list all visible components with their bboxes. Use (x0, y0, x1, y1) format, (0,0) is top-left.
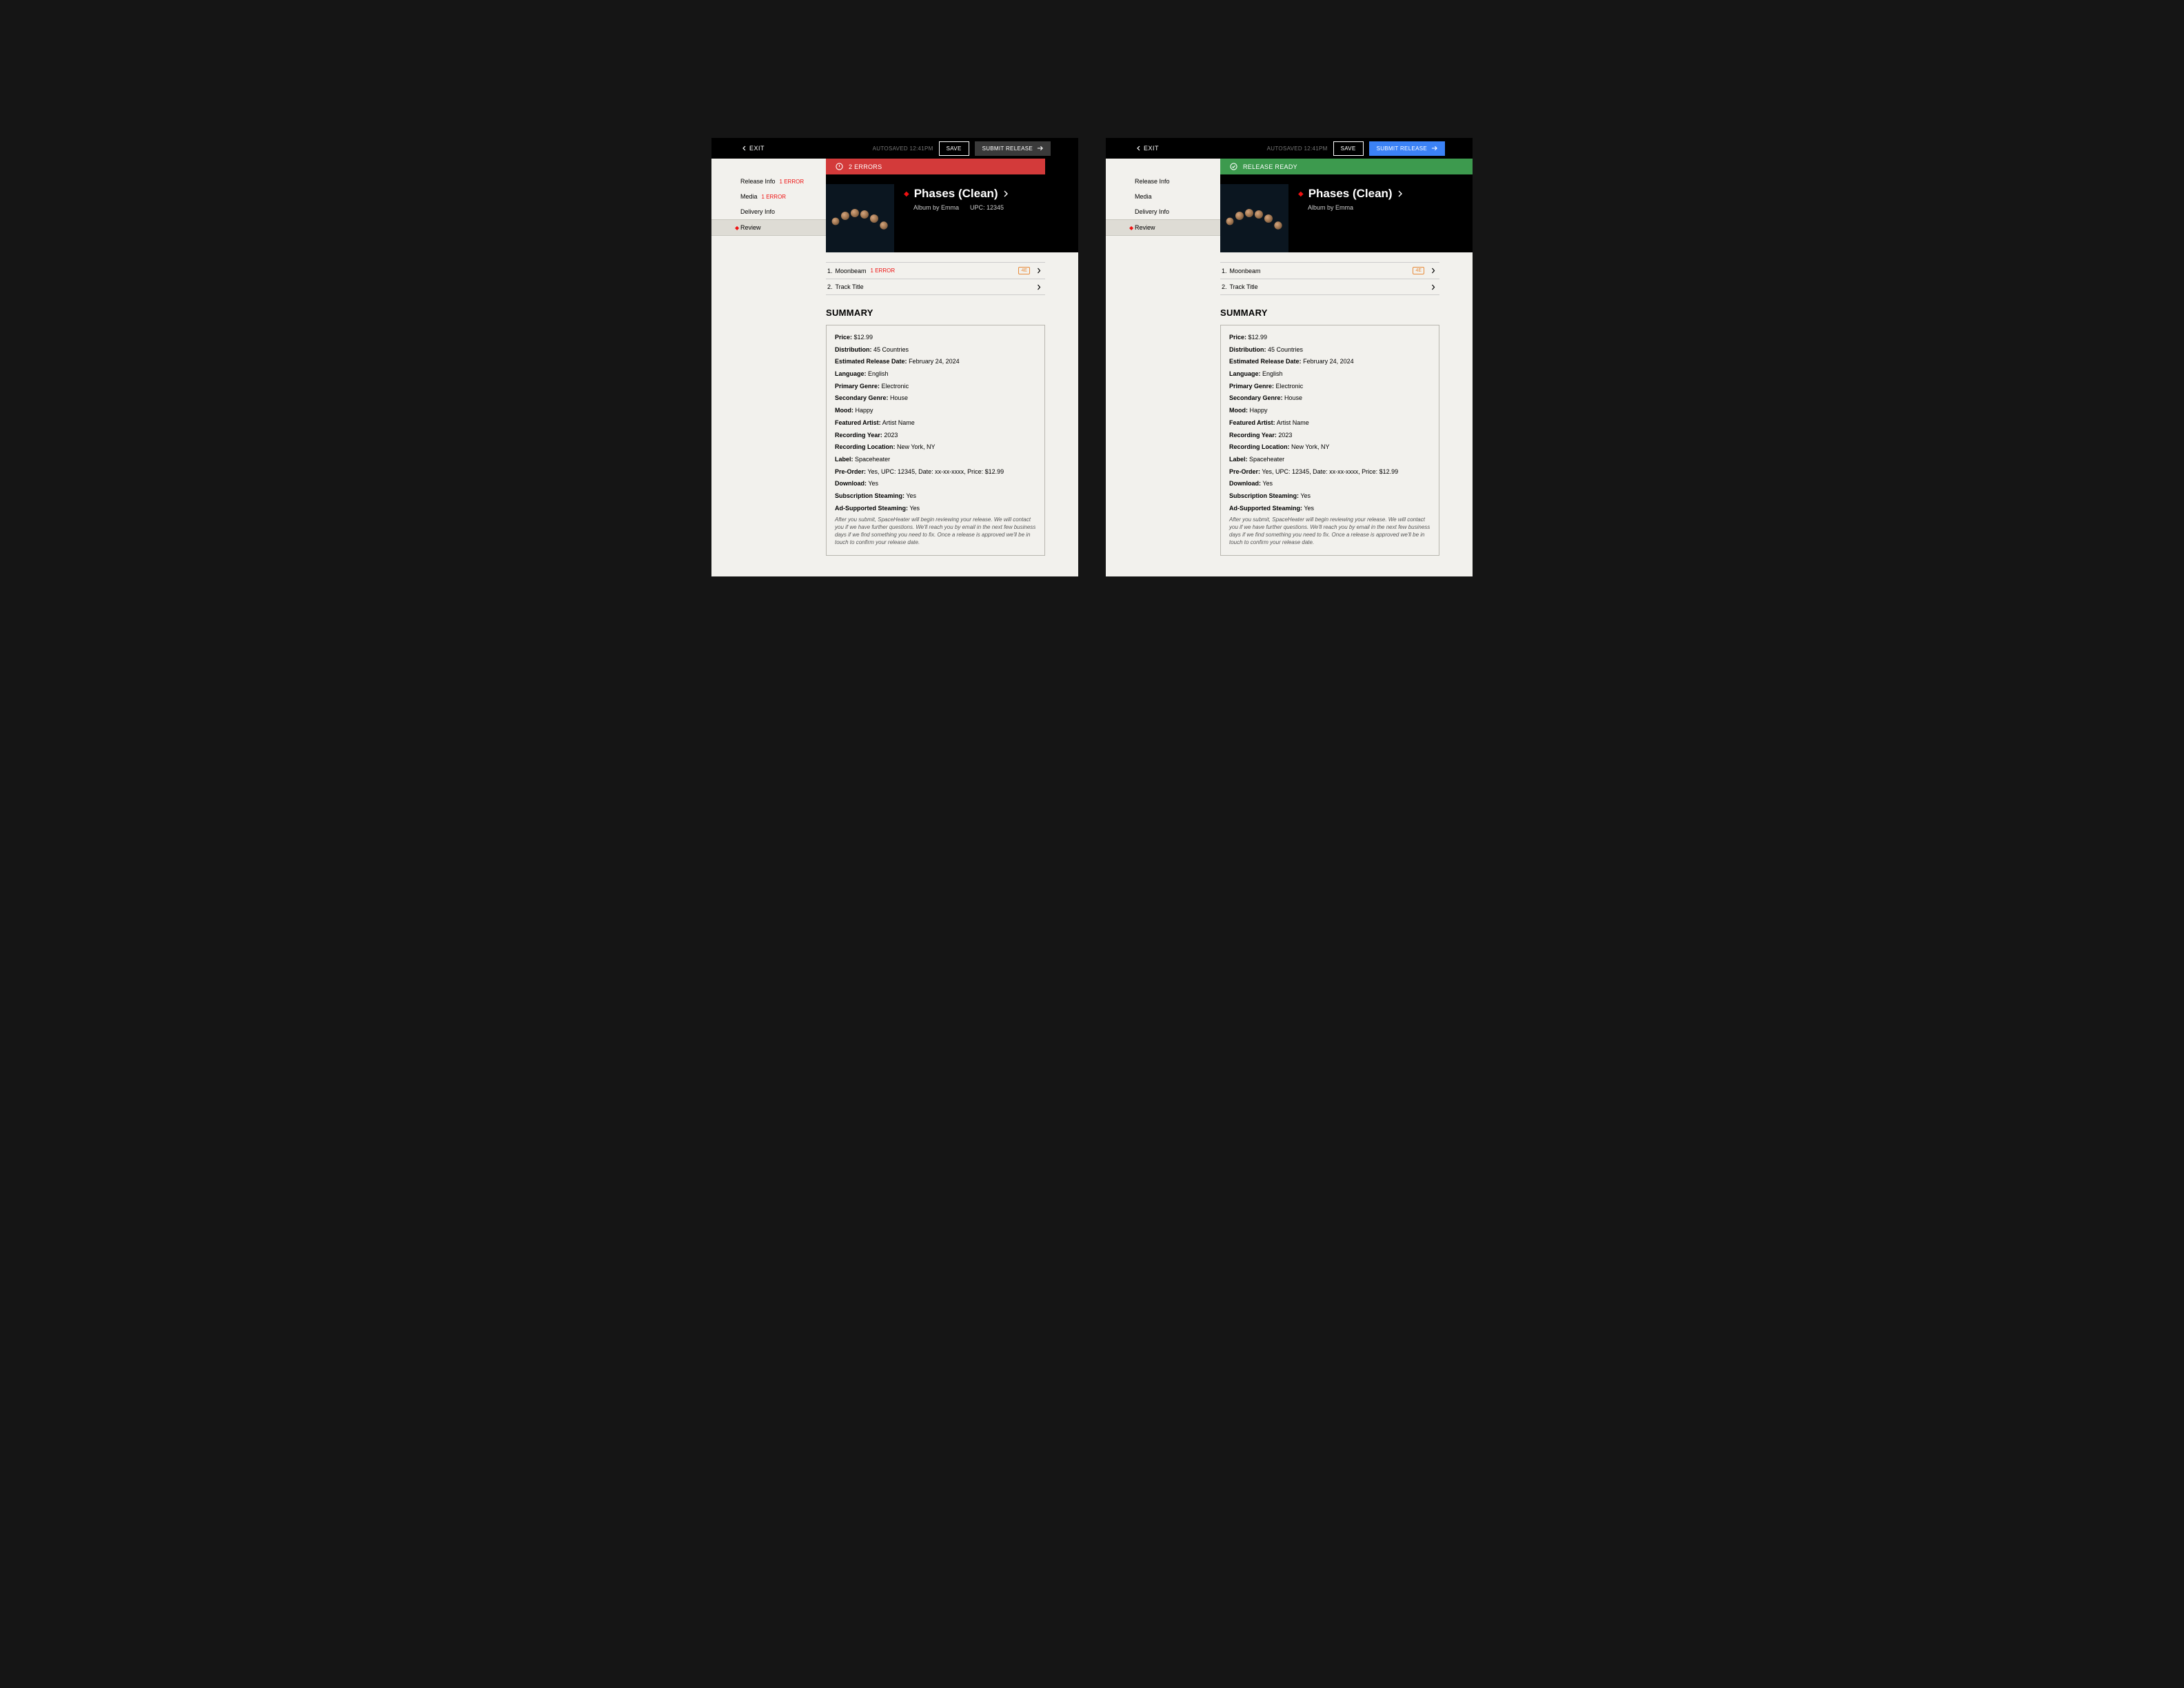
chevron-right-icon (1431, 284, 1435, 290)
chevron-left-icon (1136, 145, 1140, 151)
chevron-right-icon (1431, 268, 1435, 274)
sidebar-item-label: Media (1135, 193, 1152, 200)
topbar-right: AUTOSAVED 12:41PM SAVE SUBMIT RELEASE (873, 141, 1051, 156)
sidebar-item-label: Review (1135, 224, 1155, 231)
sidebar-item-release-info[interactable]: Release Info 1 ERROR (711, 174, 826, 189)
track-number: 1. (1222, 268, 1227, 274)
chevron-right-icon (1037, 268, 1041, 274)
release-byline: Album by Emma (1308, 204, 1353, 211)
chevron-right-icon (1037, 284, 1041, 290)
track-error-badge: 1 ERROR (871, 268, 896, 274)
album-cover (826, 184, 894, 252)
sidebar-item-label: Review (740, 224, 761, 231)
sidebar-item-release-info[interactable]: Release Info (1106, 174, 1220, 189)
status-text: RELEASE READY (1243, 163, 1297, 170)
topbar: EXIT AUTOSAVED 12:41PM SAVE SUBMIT RELEA… (1106, 138, 1473, 159)
sidebar-item-media[interactable]: Media 1 ERROR (711, 189, 826, 204)
summary-note: After you submit, SpaceHeater will begin… (835, 516, 1036, 546)
summary-heading: SUMMARY (1220, 308, 1439, 318)
sidebar-item-review[interactable]: ◆ Review (1106, 219, 1220, 236)
chevron-left-icon (742, 145, 746, 151)
exit-label: EXIT (1144, 145, 1159, 152)
chevron-right-icon (1003, 190, 1008, 197)
track-title: Moonbeam (1230, 268, 1261, 274)
save-button[interactable]: SAVE (939, 141, 969, 156)
alert-circle-icon (836, 163, 843, 170)
sidebar-error-badge: 1 ERROR (780, 179, 805, 185)
sidebar: Release Info 1 ERROR Media 1 ERROR Deliv… (711, 159, 826, 576)
topbar-right: AUTOSAVED 12:41PM SAVE SUBMIT RELEASE (1267, 141, 1445, 156)
track-number: 2. (827, 283, 833, 290)
diamond-icon: ◆ (1129, 225, 1133, 231)
sidebar-item-label: Media (740, 193, 758, 200)
track-row[interactable]: 1. Moonbeam 4E (1220, 263, 1439, 279)
status-text: 2 ERRORS (849, 163, 882, 170)
release-title-row[interactable]: ◆ Phases (Clean) (904, 187, 1008, 201)
main-panel: RELEASE READY ◆ Phases (Clean) Album by (1220, 159, 1473, 576)
track-badge: 4E (1018, 267, 1030, 274)
status-banner-ready: RELEASE READY (1220, 159, 1473, 174)
release-title: Phases (Clean) (914, 187, 998, 201)
sidebar-item-delivery-info[interactable]: Delivery Info (1106, 204, 1220, 219)
album-cover (1220, 184, 1288, 252)
sidebar-item-media[interactable]: Media (1106, 189, 1220, 204)
track-list: 1. Moonbeam 4E 2. Track Title (1220, 262, 1439, 295)
arrow-right-icon (1431, 145, 1437, 151)
summary-heading: SUMMARY (826, 308, 1045, 318)
sidebar-item-label: Delivery Info (1135, 208, 1169, 215)
track-row[interactable]: 2. Track Title (826, 279, 1045, 295)
release-header: 2 ERRORS ◆ Phases (Clean) Album by Emma (826, 159, 1078, 252)
content-area: 1. Moonbeam 4E 2. Track Title SUMMARY (1220, 252, 1473, 576)
autosave-status: AUTOSAVED 12:41PM (1267, 145, 1328, 152)
exit-button[interactable]: EXIT (742, 145, 765, 152)
diamond-icon: ◆ (1298, 190, 1304, 198)
check-circle-icon (1230, 163, 1237, 170)
sidebar-error-badge: 1 ERROR (762, 194, 787, 200)
arrow-right-icon (1037, 145, 1043, 151)
release-header: RELEASE READY ◆ Phases (Clean) Album by (1220, 159, 1473, 252)
release-upc: UPC: 12345 (970, 204, 1004, 211)
autosave-status: AUTOSAVED 12:41PM (873, 145, 933, 152)
app-ready-state: EXIT AUTOSAVED 12:41PM SAVE SUBMIT RELEA… (1106, 138, 1473, 576)
sidebar-item-label: Delivery Info (740, 208, 775, 215)
diamond-icon: ◆ (735, 225, 739, 231)
exit-button[interactable]: EXIT (1136, 145, 1159, 152)
sidebar-item-delivery-info[interactable]: Delivery Info (711, 204, 826, 219)
track-title: Moonbeam (836, 268, 867, 274)
release-meta: Album by Emma UPC: 12345 (904, 204, 1008, 211)
sidebar-item-label: Release Info (740, 178, 776, 185)
track-title: Track Title (836, 283, 864, 290)
track-number: 2. (1222, 283, 1227, 290)
sidebar-item-label: Release Info (1135, 178, 1170, 185)
status-banner-errors: 2 ERRORS (826, 159, 1045, 174)
sidebar: Release Info Media Delivery Info ◆ Revie… (1106, 159, 1220, 576)
track-badge: 4E (1413, 267, 1424, 274)
summary-box: Price: $12.99 Distribution: 45 Countries… (826, 325, 1045, 556)
diamond-icon: ◆ (904, 190, 909, 198)
track-list: 1. Moonbeam 1 ERROR 4E 2. Track Title (826, 262, 1045, 295)
release-meta: Album by Emma (1298, 204, 1402, 211)
summary-box: Price: $12.99 Distribution: 45 Countries… (1220, 325, 1439, 556)
chevron-right-icon (1397, 190, 1402, 197)
release-title-row[interactable]: ◆ Phases (Clean) (1298, 187, 1402, 201)
main-panel: 2 ERRORS ◆ Phases (Clean) Album by Emma (826, 159, 1078, 576)
release-title: Phases (Clean) (1308, 187, 1393, 201)
app-error-state: EXIT AUTOSAVED 12:41PM SAVE SUBMIT RELEA… (711, 138, 1078, 576)
track-number: 1. (827, 268, 833, 274)
submit-release-button[interactable]: SUBMIT RELEASE (975, 141, 1051, 156)
sidebar-item-review[interactable]: ◆ Review (711, 219, 826, 236)
track-row[interactable]: 1. Moonbeam 1 ERROR 4E (826, 263, 1045, 279)
track-title: Track Title (1230, 283, 1258, 290)
exit-label: EXIT (749, 145, 765, 152)
save-button[interactable]: SAVE (1333, 141, 1364, 156)
content-area: 1. Moonbeam 1 ERROR 4E 2. Track Title (826, 252, 1078, 576)
track-row[interactable]: 2. Track Title (1220, 279, 1439, 295)
submit-release-button[interactable]: SUBMIT RELEASE (1369, 141, 1445, 156)
summary-note: After you submit, SpaceHeater will begin… (1229, 516, 1430, 546)
release-byline: Album by Emma (913, 204, 959, 211)
topbar: EXIT AUTOSAVED 12:41PM SAVE SUBMIT RELEA… (711, 138, 1078, 159)
